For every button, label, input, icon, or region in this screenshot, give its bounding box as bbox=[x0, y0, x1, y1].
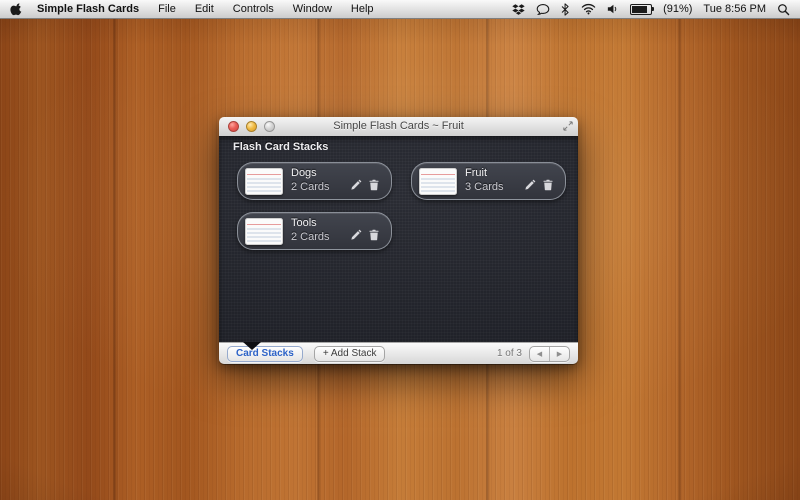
window-toolbar: Card Stacks + Add Stack 1 of 3 ◀ ▶ bbox=[219, 342, 578, 364]
add-stack-button[interactable]: + Add Stack bbox=[314, 346, 386, 362]
content-header: Flash Card Stacks bbox=[233, 141, 328, 153]
menu-bar-status: (91%) Tue 8:56 PM bbox=[512, 3, 790, 16]
window-title: Simple Flash Cards ~ Fruit bbox=[259, 117, 538, 136]
stack-actions bbox=[350, 229, 380, 241]
stack-name: Dogs bbox=[291, 167, 317, 179]
stack-actions bbox=[350, 179, 380, 191]
app-window: Simple Flash Cards ~ Fruit Flash Card St… bbox=[219, 117, 578, 364]
battery-tip bbox=[652, 7, 654, 11]
volume-icon[interactable] bbox=[607, 3, 619, 15]
wifi-icon[interactable] bbox=[581, 3, 596, 15]
stack-item-tools[interactable]: Tools 2 Cards bbox=[237, 212, 392, 250]
stack-name: Fruit bbox=[465, 167, 487, 179]
delete-trash-icon[interactable] bbox=[368, 179, 380, 191]
window-titlebar[interactable]: Simple Flash Cards ~ Fruit bbox=[219, 117, 578, 137]
index-card-icon bbox=[245, 218, 283, 245]
edit-pencil-icon[interactable] bbox=[524, 179, 536, 191]
card-stacks-button[interactable]: Card Stacks bbox=[227, 346, 303, 362]
next-page-icon[interactable]: ▶ bbox=[549, 347, 569, 361]
stack-name: Tools bbox=[291, 217, 317, 229]
delete-trash-icon[interactable] bbox=[368, 229, 380, 241]
fullscreen-icon[interactable] bbox=[563, 121, 573, 131]
prev-page-icon[interactable]: ◀ bbox=[530, 347, 549, 361]
menu-bar: Simple Flash Cards File Edit Controls Wi… bbox=[0, 0, 800, 19]
pagination-label: 1 of 3 bbox=[497, 348, 522, 359]
menu-controls[interactable]: Controls bbox=[233, 3, 274, 15]
menu-window[interactable]: Window bbox=[293, 3, 332, 15]
close-button[interactable] bbox=[228, 121, 239, 132]
battery-icon[interactable] bbox=[630, 4, 652, 15]
menu-bar-left: Simple Flash Cards File Edit Controls Wi… bbox=[10, 2, 393, 16]
stack-actions bbox=[524, 179, 554, 191]
menu-help[interactable]: Help bbox=[351, 3, 374, 15]
dropbox-icon[interactable] bbox=[512, 3, 525, 16]
stack-count: 2 Cards bbox=[291, 231, 330, 243]
pagination-stepper: ◀ ▶ bbox=[529, 346, 570, 362]
stack-count: 2 Cards bbox=[291, 181, 330, 193]
menu-file[interactable]: File bbox=[158, 3, 176, 15]
minimize-button[interactable] bbox=[246, 121, 257, 132]
active-tab-pointer bbox=[243, 342, 261, 350]
apple-menu-icon[interactable] bbox=[10, 2, 23, 16]
edit-pencil-icon[interactable] bbox=[350, 229, 362, 241]
bluetooth-icon[interactable] bbox=[561, 3, 570, 16]
menu-edit[interactable]: Edit bbox=[195, 3, 214, 15]
index-card-icon bbox=[419, 168, 457, 195]
spotlight-icon[interactable] bbox=[777, 3, 790, 16]
stack-item-dogs[interactable]: Dogs 2 Cards bbox=[237, 162, 392, 200]
menu-clock[interactable]: Tue 8:56 PM bbox=[703, 3, 766, 15]
stack-item-fruit[interactable]: Fruit 3 Cards bbox=[411, 162, 566, 200]
desktop: Simple Flash Cards File Edit Controls Wi… bbox=[0, 0, 800, 500]
stack-count: 3 Cards bbox=[465, 181, 504, 193]
chat-bubble-icon[interactable] bbox=[536, 3, 550, 16]
index-card-icon bbox=[245, 168, 283, 195]
battery-fill bbox=[632, 6, 647, 13]
menu-app-name[interactable]: Simple Flash Cards bbox=[37, 3, 139, 15]
battery-percent[interactable]: (91%) bbox=[663, 3, 692, 15]
flash-card-stacks-view: Flash Card Stacks Dogs 2 Cards bbox=[219, 136, 578, 342]
delete-trash-icon[interactable] bbox=[542, 179, 554, 191]
edit-pencil-icon[interactable] bbox=[350, 179, 362, 191]
